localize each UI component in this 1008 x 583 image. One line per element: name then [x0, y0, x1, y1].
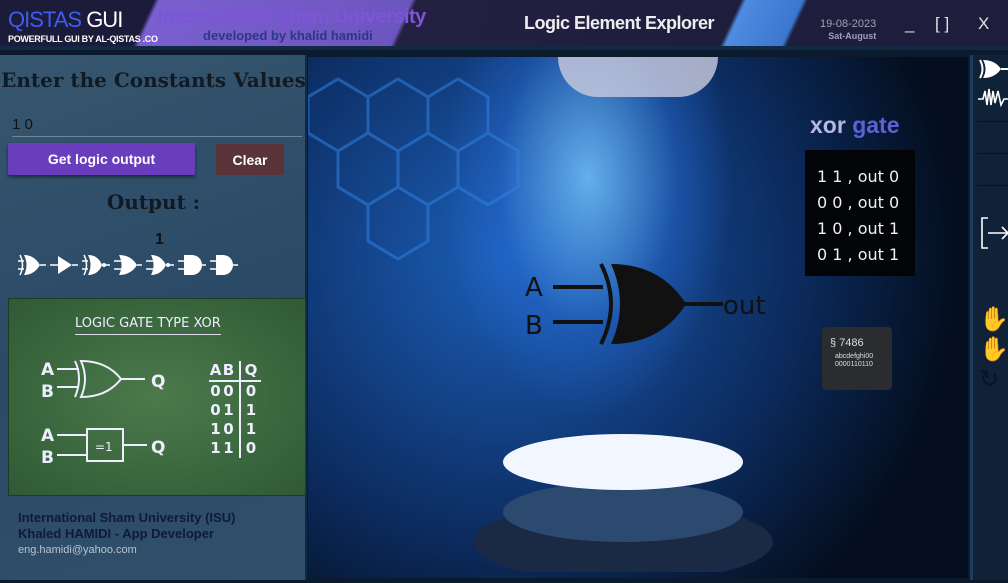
xor-chalkboard-image: LOGIC GATE TYPE XOR A B Q A B Q =1 ABQ 0…: [8, 298, 306, 496]
truth-row: 110: [209, 439, 261, 458]
board-box-label: =1: [95, 440, 113, 454]
xor-gate-large-icon: A B out: [525, 263, 766, 345]
nand-gate-icon[interactable]: [210, 253, 238, 277]
chip-line1: abcdefghi00: [835, 353, 874, 360]
chip-line2: 0000110110: [835, 361, 873, 368]
output-heading: Output :: [106, 190, 201, 214]
constants-input[interactable]: [12, 113, 302, 137]
board-truth-table: ABQ 000 011 101 110: [209, 361, 261, 458]
th-b: B: [222, 361, 235, 379]
date-display: 19-08-2023 Sat-August: [820, 18, 876, 42]
control-panel: Enter the Constants Values Get logic out…: [0, 55, 307, 580]
chip-logo-icon: §: [830, 337, 840, 349]
board-label-q2: Q: [151, 438, 165, 458]
developer-subtitle: developed by khalid hamidi: [203, 28, 373, 43]
cell: 0: [239, 439, 261, 458]
footer-email: eng.hamidi@yahoo.com: [18, 544, 137, 556]
board-label-a1: A: [41, 360, 55, 380]
truth-line: 0 1 , out 1: [817, 245, 900, 264]
cell: 1: [223, 439, 234, 457]
cell: 0: [223, 420, 234, 438]
cell: 0: [223, 382, 234, 400]
board-label-q1: Q: [151, 372, 165, 392]
footer-university: International Sham University (ISU): [18, 510, 236, 525]
cell: 0: [210, 382, 221, 400]
developer-info: International Sham University (ISU) Khal…: [18, 510, 235, 558]
cell: 1: [239, 420, 261, 439]
buffer-gate-icon[interactable]: [50, 253, 78, 277]
ic-chip-7486: § 7486 abcdefghi00 0000110110: [822, 327, 892, 390]
truth-row: 000: [209, 382, 261, 401]
truth-line: 1 1 , out 0: [817, 167, 900, 186]
truth-output-list: 1 1 , out 0 0 0 , out 0 1 0 , out 1 0 1 …: [805, 150, 915, 276]
input-b-label: B: [525, 311, 543, 341]
clear-button[interactable]: Clear: [216, 144, 284, 175]
spotlight: [558, 57, 718, 97]
hidden-tool-icons[interactable]: ✋ ✋ ↻: [979, 305, 1008, 395]
cell: 0: [210, 401, 221, 419]
cell: 1: [210, 420, 221, 438]
minimize-button[interactable]: _: [905, 14, 914, 34]
gate-selector: [18, 253, 238, 277]
pedestal: [473, 434, 773, 572]
gate-suffix: gate: [852, 112, 900, 138]
enter-constants-heading: Enter the Constants Values: [1, 68, 306, 92]
app-logo: QISTAS GUI: [8, 7, 123, 33]
th-a: A: [209, 361, 222, 379]
right-toolbar: ✋ ✋ ↻: [970, 55, 1008, 580]
board-title: LOGIC GATE TYPE XOR: [75, 316, 221, 335]
out-label: out: [723, 291, 766, 321]
th-q: Q: [239, 361, 261, 380]
logo-text-white: GUI: [86, 7, 123, 32]
output-value: 1: [155, 231, 164, 248]
date-text: 19-08-2023: [820, 18, 877, 30]
cell: 0: [239, 382, 261, 401]
gate-illustration: A B out xor gate 1 1 , out 0 0 0 , out 0…: [308, 57, 968, 578]
truth-row: 011: [209, 401, 261, 420]
gate-word: xor: [810, 112, 846, 138]
board-label-b1: B: [41, 382, 54, 402]
exit-icon[interactable]: [978, 215, 1008, 251]
footer-developer: Khaled HAMIDI - App Developer: [18, 526, 214, 541]
board-label-a2: A: [41, 426, 55, 446]
xnor-gate-icon[interactable]: [82, 253, 110, 277]
and-gate-icon[interactable]: [178, 253, 206, 277]
xor-gate-diagrams: A B Q A B Q =1: [41, 359, 165, 468]
month-text: Sat-August: [828, 31, 877, 41]
university-title: International Sham University: [158, 6, 426, 28]
truth-line: 0 0 , out 0: [817, 193, 900, 212]
truth-line: 1 0 , out 1: [817, 219, 900, 238]
cell: 1: [210, 439, 221, 457]
or-gate-icon[interactable]: [114, 253, 142, 277]
xor-gate-icon[interactable]: [18, 253, 46, 277]
gate-name: xor gate: [810, 112, 899, 139]
truth-row: 101: [209, 420, 261, 439]
board-label-b2: B: [41, 448, 54, 468]
chip-number: 7486: [839, 337, 864, 349]
logo-text-blue: QISTAS: [8, 7, 82, 32]
signal-wave-icon[interactable]: [977, 85, 1008, 109]
cell: 1: [223, 401, 234, 419]
get-logic-output-button[interactable]: Get logic output: [8, 143, 195, 175]
close-button[interactable]: X: [978, 14, 989, 34]
xor-gate-icon[interactable]: [979, 57, 1008, 81]
cell: 1: [239, 401, 261, 420]
title-bar: QISTAS GUI POWERFULL GUI BY AL-QISTAS .C…: [0, 0, 1008, 50]
nor-gate-icon[interactable]: [146, 253, 174, 277]
logo-subtitle: POWERFULL GUI BY AL-QISTAS .CO: [8, 34, 158, 44]
input-a-label: A: [525, 273, 543, 303]
maximize-button[interactable]: [ ]: [935, 14, 949, 34]
app-title: Logic Element Explorer: [524, 13, 715, 33]
